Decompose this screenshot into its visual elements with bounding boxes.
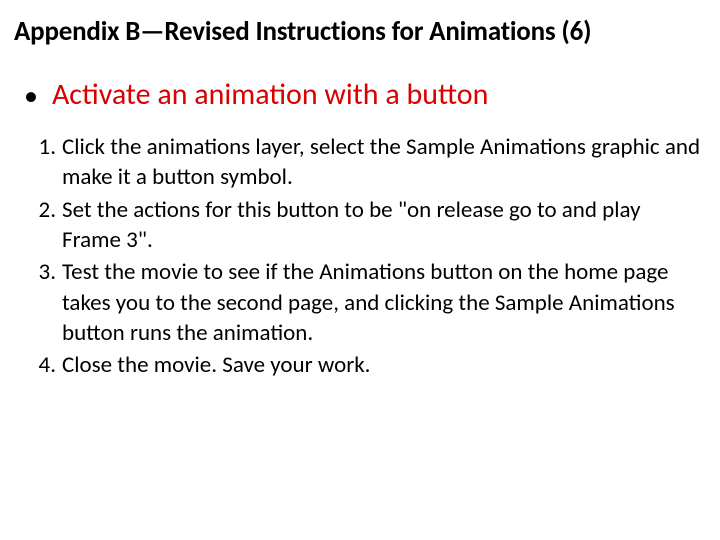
- bullet-text: Activate an animation with a button: [52, 76, 488, 114]
- list-item: 4. Close the movie. Save your work.: [24, 350, 702, 380]
- slide-title: Appendix B—Revised Instructions for Anim…: [14, 16, 706, 48]
- bullet-item: • Activate an animation with a button: [24, 76, 706, 114]
- list-item-text: Click the animations layer, select the S…: [62, 132, 702, 193]
- list-item-text: Close the movie. Save your work.: [62, 350, 702, 380]
- list-item-number: 1.: [24, 132, 62, 162]
- list-item-text: Set the actions for this button to be "o…: [62, 195, 702, 256]
- list-item-text: Test the movie to see if the Animations …: [62, 257, 702, 348]
- list-item: 3. Test the movie to see if the Animatio…: [24, 257, 702, 348]
- slide: Appendix B—Revised Instructions for Anim…: [0, 0, 720, 540]
- numbered-list: 1. Click the animations layer, select th…: [24, 132, 706, 381]
- list-item: 2. Set the actions for this button to be…: [24, 195, 702, 256]
- list-item-number: 2.: [24, 195, 62, 225]
- bullet-dot-icon: •: [24, 82, 38, 110]
- list-item: 1. Click the animations layer, select th…: [24, 132, 702, 193]
- list-item-number: 3.: [24, 257, 62, 287]
- list-item-number: 4.: [24, 350, 62, 380]
